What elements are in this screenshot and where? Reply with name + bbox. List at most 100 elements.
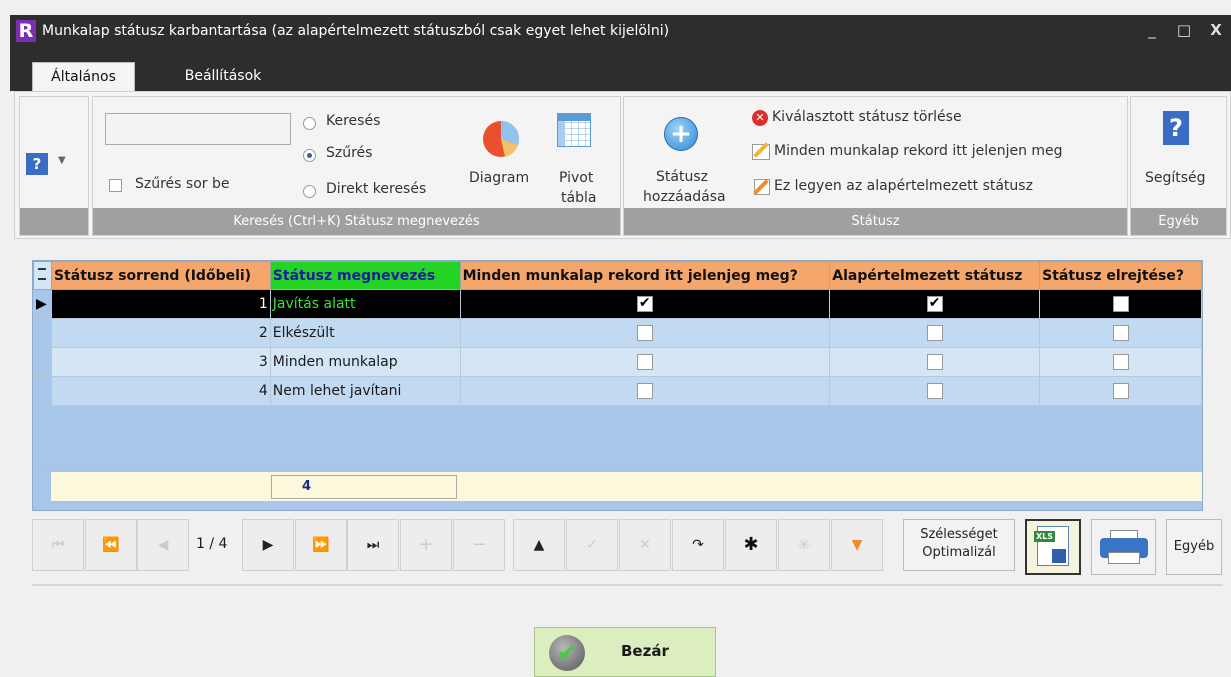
close-button[interactable]: ✔ Bezár <box>534 627 716 677</box>
cell-default[interactable] <box>829 376 1041 406</box>
pivot-table-icon[interactable] <box>557 113 591 147</box>
other-group-caption: Egyéb <box>1131 208 1226 235</box>
next-record-button[interactable]: ▶ <box>242 519 294 571</box>
row-selector[interactable] <box>33 376 52 406</box>
default-checkbox[interactable] <box>926 354 943 370</box>
filter-row-checkbox[interactable] <box>109 179 122 192</box>
export-xls-button[interactable]: XLS <box>1025 519 1081 575</box>
help-icon-small[interactable]: ? <box>26 153 48 175</box>
table-row[interactable]: 2 Elkészült <box>33 318 1202 348</box>
cell-hidden[interactable] <box>1039 347 1202 377</box>
tab-bar: Általános Beállítások <box>10 49 1231 91</box>
remove-record-button[interactable]: − <box>453 519 505 571</box>
cell-hidden[interactable] <box>1039 318 1202 348</box>
radio-direct-search[interactable] <box>303 185 316 198</box>
set-default-status-button[interactable]: Ez legyen az alapértelmezett státusz <box>774 177 1033 195</box>
cell-order[interactable]: 3 <box>50 347 271 377</box>
asterisk-button[interactable]: ✱ <box>725 519 777 571</box>
chevron-down-icon[interactable]: ▼ <box>58 155 66 166</box>
cell-name[interactable]: Minden munkalap <box>269 347 461 377</box>
hidden-checkbox[interactable] <box>1112 383 1129 399</box>
show-all-records-button[interactable]: Minden munkalap rekord itt jelenjen meg <box>774 142 1063 160</box>
column-order[interactable]: Státusz sorrend (Időbeli) <box>50 261 271 290</box>
cell-show-all[interactable] <box>459 318 831 348</box>
optimize-label-2: Optimalizál <box>922 545 996 560</box>
first-page-button[interactable]: ⏮ <box>32 519 84 571</box>
clear-asterisk-button[interactable]: ✳ <box>778 519 830 571</box>
add-record-button[interactable]: + <box>400 519 452 571</box>
last-page-button[interactable]: ⏭ <box>347 519 399 571</box>
row-selector[interactable] <box>33 347 52 377</box>
column-default[interactable]: Alapértelmezett státusz <box>829 261 1041 290</box>
cell-show-all[interactable] <box>459 347 831 377</box>
cell-name[interactable]: Javítás alatt <box>269 289 461 319</box>
hidden-checkbox[interactable] <box>1112 354 1129 370</box>
printer-icon <box>1100 530 1148 564</box>
column-show-all[interactable]: Minden munkalap rekord itt jelenjeg meg? <box>459 261 831 290</box>
close-window-button[interactable]: X <box>1206 21 1226 39</box>
search-input[interactable] <box>105 113 291 145</box>
show-all-checkbox[interactable] <box>636 295 653 312</box>
minimize-button[interactable]: _ <box>1142 21 1162 39</box>
cell-name[interactable]: Elkészült <box>269 318 461 348</box>
record-position: 1 / 4 <box>196 536 228 552</box>
pivot-label-1[interactable]: Pivot <box>559 169 593 187</box>
cell-order[interactable]: 4 <box>50 376 271 406</box>
hidden-checkbox[interactable] <box>1112 325 1129 341</box>
move-up-button[interactable]: ▲ <box>513 519 565 571</box>
radio-search[interactable] <box>303 117 316 130</box>
delete-icon: ✕ <box>752 110 768 126</box>
delete-status-button[interactable]: Kiválasztott státusz törlése <box>772 108 962 126</box>
next-page-button[interactable]: ⏩ <box>295 519 347 571</box>
tab-settings[interactable]: Beállítások <box>164 62 282 91</box>
pie-chart-icon <box>483 120 520 157</box>
default-checkbox[interactable] <box>926 325 943 341</box>
diagram-button[interactable] <box>481 119 521 159</box>
help-icon[interactable]: ? <box>1163 111 1189 145</box>
column-name[interactable]: Státusz megnevezés <box>269 261 461 290</box>
optimize-width-button[interactable]: Szélességet Optimalizál <box>903 519 1015 571</box>
default-checkbox[interactable] <box>926 383 943 399</box>
tab-general[interactable]: Általános <box>32 62 135 91</box>
previous-record-button[interactable]: ◀ <box>137 519 189 571</box>
cell-name[interactable]: Nem lehet javítani <box>269 376 461 406</box>
hidden-checkbox[interactable] <box>1112 296 1129 312</box>
cell-hidden[interactable] <box>1039 289 1202 319</box>
radio-filter[interactable] <box>303 149 316 162</box>
table-row[interactable]: 4 Nem lehet javítani <box>33 376 1202 406</box>
cell-order[interactable]: 1 <box>50 289 271 319</box>
add-status-icon[interactable]: + <box>664 117 698 151</box>
cell-default[interactable] <box>829 289 1041 319</box>
cell-order[interactable]: 2 <box>50 318 271 348</box>
cell-show-all[interactable] <box>459 376 831 406</box>
maximize-button[interactable]: □ <box>1174 21 1194 39</box>
diagram-label[interactable]: Diagram <box>469 169 529 187</box>
add-status-label-2[interactable]: hozzáadása <box>643 188 726 206</box>
row-selector[interactable] <box>33 318 52 348</box>
filter-icon[interactable]: ▼ <box>831 519 883 571</box>
column-hidden[interactable]: Státusz elrejtése? <box>1039 261 1202 290</box>
other-button[interactable]: Egyéb <box>1166 519 1222 575</box>
status-table: Státusz sorrend (Időbeli) Státusz megnev… <box>33 261 1202 406</box>
show-all-checkbox[interactable] <box>636 354 653 370</box>
table-row[interactable]: ▶ 1 Javítás alatt <box>33 289 1202 319</box>
add-status-label-1[interactable]: Státusz <box>656 168 708 186</box>
cell-show-all[interactable] <box>459 289 831 319</box>
cell-hidden[interactable] <box>1039 376 1202 406</box>
print-button[interactable] <box>1091 519 1156 575</box>
previous-page-button[interactable]: ⏪ <box>85 519 137 571</box>
pivot-label-2[interactable]: tábla <box>561 189 596 207</box>
table-row[interactable]: 3 Minden munkalap <box>33 347 1202 377</box>
cell-default[interactable] <box>829 318 1041 348</box>
window-title: Munkalap státusz karbantartása (az alapé… <box>42 23 670 39</box>
show-all-checkbox[interactable] <box>636 325 653 341</box>
cell-default[interactable] <box>829 347 1041 377</box>
refresh-icon[interactable]: ↷ <box>672 519 724 571</box>
show-all-checkbox[interactable] <box>636 383 653 399</box>
row-selector-header <box>33 261 52 290</box>
help-label[interactable]: Segítség <box>1145 169 1206 187</box>
default-checkbox[interactable] <box>926 295 943 312</box>
row-selector[interactable]: ▶ <box>33 289 52 319</box>
cancel-edit-button[interactable]: ✕ <box>619 519 671 571</box>
confirm-button[interactable]: ✓ <box>566 519 618 571</box>
